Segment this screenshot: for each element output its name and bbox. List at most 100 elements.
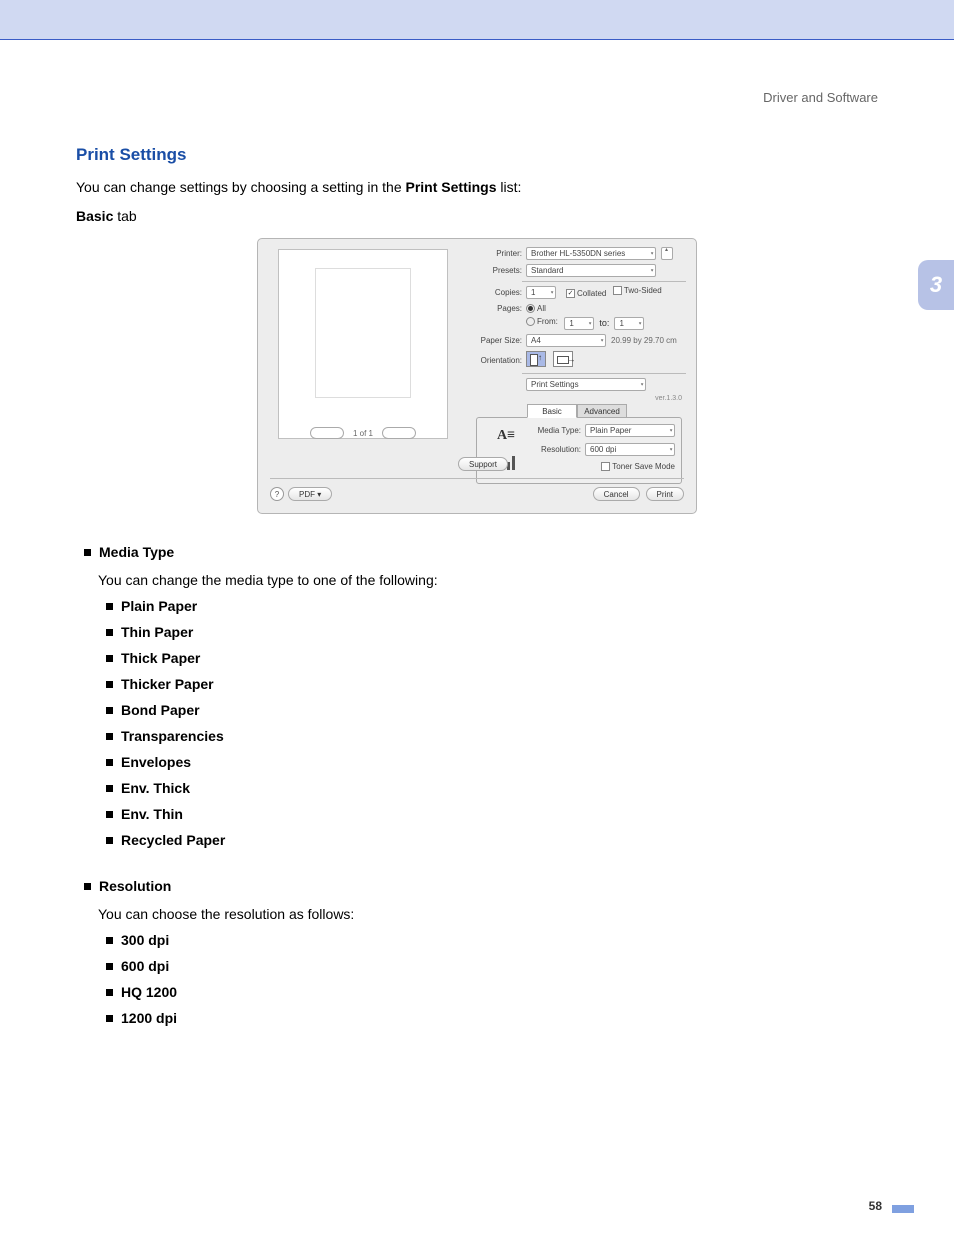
- tab-basic[interactable]: Basic: [527, 404, 577, 418]
- orientation-label: Orientation:: [460, 356, 522, 365]
- breadcrumb: Driver and Software: [76, 90, 878, 105]
- list-item-label: Transparencies: [121, 728, 224, 744]
- media-type-list: Plain PaperThin PaperThick PaperThicker …: [106, 598, 878, 848]
- printer-arrow-button[interactable]: ▴: [661, 247, 673, 260]
- bullet-icon: [106, 937, 113, 944]
- subhead-after: tab: [113, 208, 136, 224]
- cancel-button[interactable]: Cancel: [593, 487, 640, 501]
- collated-checkbox[interactable]: ✓Collated: [566, 289, 606, 298]
- help-button[interactable]: ?: [270, 487, 284, 501]
- list-item: 1200 dpi: [106, 1010, 878, 1026]
- bullet-icon: [84, 883, 91, 890]
- list-item: 300 dpi: [106, 932, 878, 948]
- list-item: Thicker Paper: [106, 676, 878, 692]
- bullet-icon: [106, 837, 113, 844]
- pager-last-button[interactable]: [382, 427, 416, 439]
- pager-first-button[interactable]: [310, 427, 344, 439]
- bullet-icon: [84, 549, 91, 556]
- pages-to-input[interactable]: 1: [614, 317, 644, 330]
- papersize-dimensions: 20.99 by 29.70 cm: [611, 336, 677, 345]
- collated-label: Collated: [577, 289, 606, 298]
- list-item: 600 dpi: [106, 958, 878, 974]
- divider: [522, 281, 686, 282]
- resolution-select[interactable]: 600 dpi: [585, 443, 675, 456]
- list-item: Thin Paper: [106, 624, 878, 640]
- list-item-label: 300 dpi: [121, 932, 169, 948]
- bullet-icon: [106, 603, 113, 610]
- twosided-checkbox[interactable]: Two-Sided: [613, 286, 662, 295]
- resolution-list: 300 dpi 600 dpi HQ 1200 1200 dpi: [106, 932, 878, 1026]
- bullet-icon: [106, 1015, 113, 1022]
- pages-from-input[interactable]: 1: [564, 317, 594, 330]
- section-title: Print Settings: [76, 145, 878, 165]
- bullet-icon: [106, 963, 113, 970]
- pages-from-radio[interactable]: From:: [526, 317, 558, 326]
- page-number: 58: [869, 1199, 882, 1213]
- list-item: Env. Thick: [106, 780, 878, 796]
- preview-pager: 1 of 1: [278, 427, 448, 439]
- pages-all-radio[interactable]: All: [526, 304, 546, 313]
- pager-label: 1 of 1: [353, 429, 373, 438]
- bullet-icon: [106, 759, 113, 766]
- bullet-icon: [106, 655, 113, 662]
- list-item: Bond Paper: [106, 702, 878, 718]
- papersize-select[interactable]: A4: [526, 334, 606, 347]
- tab-advanced[interactable]: Advanced: [577, 404, 627, 418]
- pdf-button[interactable]: PDF ▾: [288, 487, 332, 501]
- tonersave-checkbox[interactable]: Toner Save Mode: [601, 462, 675, 471]
- print-form: Printer: Brother HL-5350DN series ▴ Pres…: [460, 247, 686, 485]
- pages-from-label: From:: [537, 317, 558, 326]
- resolution-heading-text: Resolution: [99, 878, 171, 894]
- list-item-label: HQ 1200: [121, 984, 177, 1000]
- lead-text-after: list:: [497, 179, 522, 195]
- media-type-intro: You can change the media type to one of …: [98, 572, 878, 588]
- dialog-footer: ? PDF ▾ Cancel Print: [270, 478, 684, 501]
- list-item: Envelopes: [106, 754, 878, 770]
- pages-all-label: All: [537, 304, 546, 313]
- list-item-label: Env. Thick: [121, 780, 190, 796]
- list-item: Transparencies: [106, 728, 878, 744]
- footer-accent: [892, 1205, 914, 1213]
- list-item-label: Thin Paper: [121, 624, 193, 640]
- bullet-icon: [106, 811, 113, 818]
- printsettings-select[interactable]: Print Settings: [526, 378, 646, 391]
- lead-text-bold: Print Settings: [406, 179, 497, 195]
- list-item: Recycled Paper: [106, 832, 878, 848]
- list-item-label: Envelopes: [121, 754, 191, 770]
- list-item-label: Thick Paper: [121, 650, 200, 666]
- print-button[interactable]: Print: [646, 487, 684, 501]
- print-dialog-screenshot: 1 of 1 Printer: Brother HL-5350DN series…: [257, 238, 697, 514]
- support-button[interactable]: Support: [458, 457, 508, 471]
- copies-input[interactable]: 1: [526, 286, 556, 299]
- top-band: [0, 0, 954, 40]
- section-lead: You can change settings by choosing a se…: [76, 177, 878, 198]
- version-label: ver.1.3.0: [460, 395, 682, 402]
- mediatype-select[interactable]: Plain Paper: [585, 424, 675, 437]
- list-item-label: 1200 dpi: [121, 1010, 177, 1026]
- pages-to-label: to:: [599, 318, 609, 328]
- orientation-portrait-button[interactable]: [526, 351, 546, 367]
- tab-subhead: Basic tab: [76, 208, 878, 224]
- list-item-label: Bond Paper: [121, 702, 200, 718]
- copies-label: Copies:: [460, 288, 522, 297]
- divider: [522, 373, 686, 374]
- tonersave-label: Toner Save Mode: [612, 462, 675, 471]
- pages-label: Pages:: [460, 304, 522, 313]
- resolution-intro: You can choose the resolution as follows…: [98, 906, 878, 922]
- bullet-icon: [106, 733, 113, 740]
- bullet-icon: [106, 989, 113, 996]
- presets-label: Presets:: [460, 266, 522, 275]
- orientation-landscape-button[interactable]: [553, 351, 573, 367]
- bullet-icon: [106, 681, 113, 688]
- list-item: HQ 1200: [106, 984, 878, 1000]
- a-icon: A≡: [497, 428, 515, 444]
- list-item: Env. Thin: [106, 806, 878, 822]
- preview-page: [315, 268, 411, 398]
- page-footer: 58: [869, 1199, 914, 1213]
- media-type-heading-text: Media Type: [99, 544, 174, 560]
- list-item-label: Env. Thin: [121, 806, 183, 822]
- presets-select[interactable]: Standard: [526, 264, 656, 277]
- printer-select[interactable]: Brother HL-5350DN series: [526, 247, 656, 260]
- bullet-icon: [106, 785, 113, 792]
- list-item-label: Recycled Paper: [121, 832, 225, 848]
